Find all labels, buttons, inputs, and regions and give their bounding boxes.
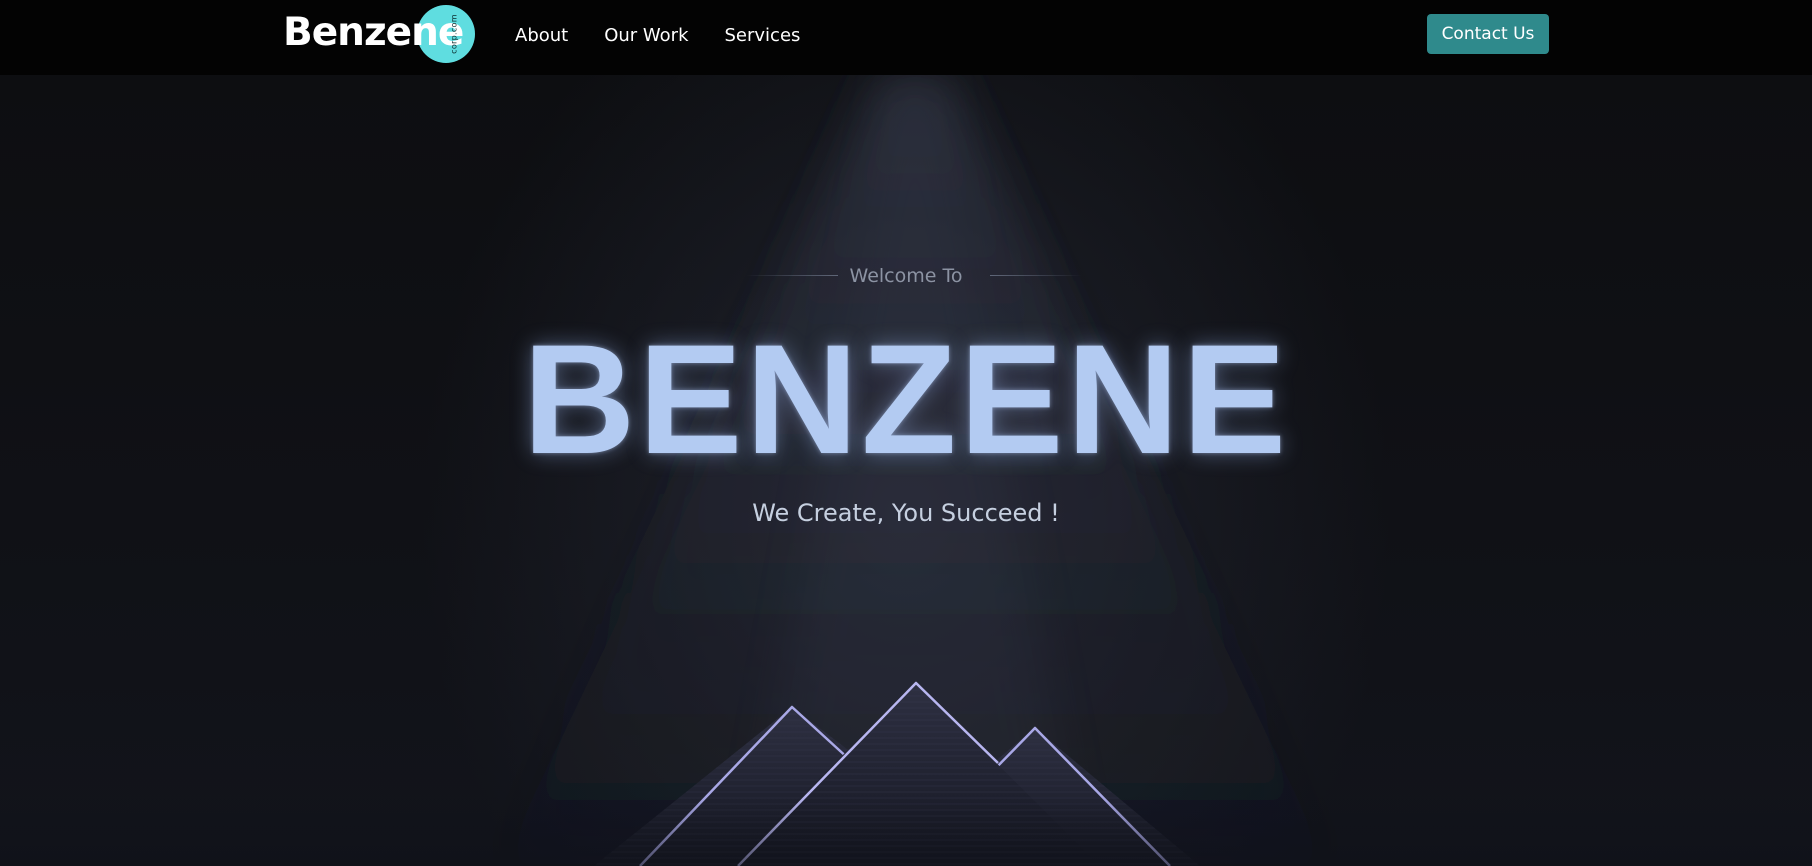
hero-section: Welcome To BENZENE We Create, You Succee… <box>0 75 1812 866</box>
logo[interactable]: Benzene corp.com <box>283 5 475 65</box>
nav-link-services[interactable]: Services <box>725 22 801 50</box>
logo-subtext: corp.com <box>449 14 459 54</box>
nav-links: About Our Work Services <box>515 22 836 50</box>
top-navbar: Benzene corp.com About Our Work Services… <box>0 0 1812 75</box>
mountain-peaks-icon <box>0 681 1812 866</box>
page: Benzene corp.com About Our Work Services… <box>0 0 1812 866</box>
nav-link-about[interactable]: About <box>515 22 568 50</box>
logo-text: Benzene <box>283 10 464 55</box>
contact-us-button[interactable]: Contact Us <box>1427 14 1549 54</box>
nav-link-our-work[interactable]: Our Work <box>604 22 688 50</box>
